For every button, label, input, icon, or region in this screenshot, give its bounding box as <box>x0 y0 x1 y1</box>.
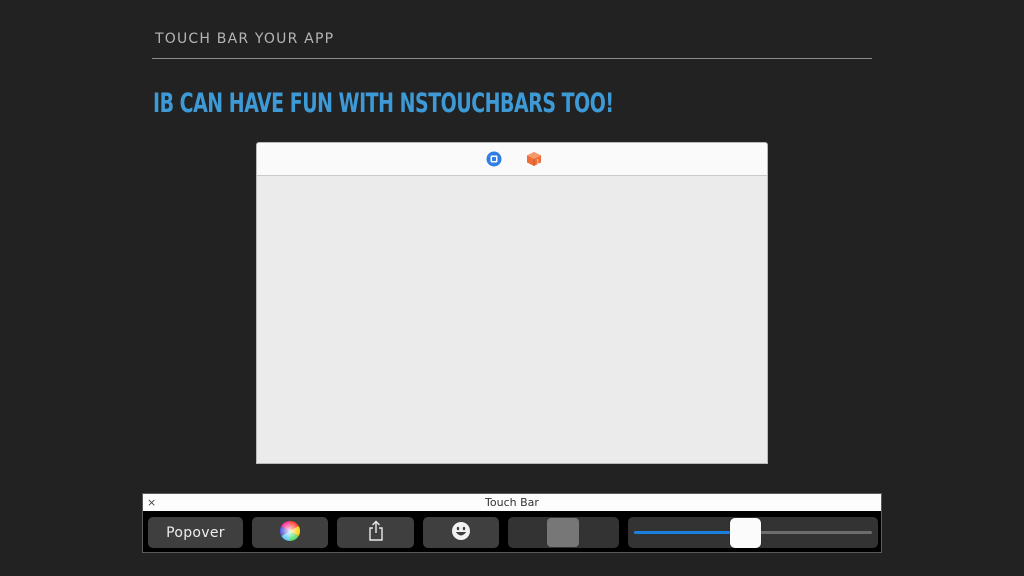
svg-text:1: 1 <box>536 160 539 166</box>
share-icon <box>367 520 385 546</box>
touch-bar-title: Touch Bar <box>485 496 539 509</box>
segmented-control[interactable] <box>508 517 619 548</box>
app-object-icon[interactable]: 1 <box>526 151 542 167</box>
slider-fill <box>634 531 746 534</box>
touch-bar-window: × Touch Bar Popover <box>142 493 882 553</box>
color-wheel-icon <box>280 520 300 545</box>
color-picker-button[interactable] <box>252 517 328 548</box>
slider-control[interactable] <box>628 517 878 548</box>
header-divider <box>152 58 872 59</box>
share-button[interactable] <box>337 517 414 548</box>
slider-knob[interactable] <box>730 518 762 548</box>
slide-header: TOUCH BAR YOUR APP <box>155 31 335 47</box>
object-dock: 1 <box>257 143 767 176</box>
slide-title: IB CAN HAVE FUN WITH NSTOUCHBARS TOO! <box>153 88 614 119</box>
touch-bar-titlebar: × Touch Bar <box>143 494 881 511</box>
emoji-icon <box>451 521 471 545</box>
popover-button[interactable]: Popover <box>148 517 243 548</box>
emoji-button[interactable] <box>423 517 499 548</box>
first-responder-icon[interactable] <box>486 151 502 167</box>
touch-bar-strip: Popover <box>143 511 881 552</box>
ib-canvas-window: 1 <box>256 142 768 464</box>
segment-selected[interactable] <box>547 518 579 547</box>
close-icon[interactable]: × <box>147 494 156 511</box>
